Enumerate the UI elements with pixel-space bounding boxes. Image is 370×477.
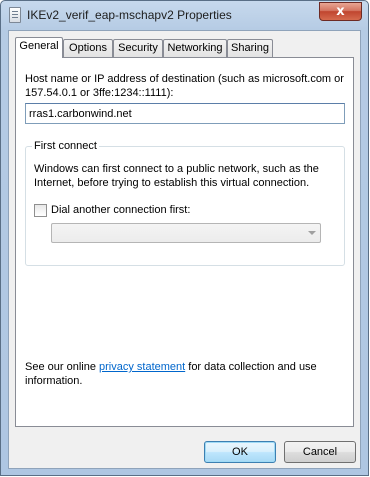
first-connect-group: First connect Windows can first connect … <box>25 140 345 266</box>
title-bar[interactable]: IKEv2_verif_eap-mschapv2 Properties x <box>1 1 368 29</box>
dial-another-checkbox[interactable] <box>34 204 47 217</box>
host-label: Host name or IP address of destination (… <box>25 73 344 99</box>
tab-networking[interactable]: Networking <box>163 39 227 57</box>
close-icon: x <box>336 4 345 19</box>
close-button[interactable]: x <box>319 2 362 21</box>
first-connect-legend: First connect <box>32 140 99 152</box>
vpn-connection-icon <box>9 7 21 23</box>
tab-security[interactable]: Security <box>113 39 163 57</box>
dial-connection-select <box>51 223 321 243</box>
first-connect-description: Windows can first connect to a public ne… <box>34 163 319 189</box>
privacy-text: See our online privacy statement for dat… <box>25 360 347 388</box>
window-title: IKEv2_verif_eap-mschapv2 Properties <box>27 8 232 22</box>
chevron-down-icon <box>308 231 316 235</box>
tab-sharing[interactable]: Sharing <box>227 39 273 57</box>
ok-button[interactable]: OK <box>204 441 276 463</box>
tab-general[interactable]: General <box>15 37 63 58</box>
tab-options[interactable]: Options <box>63 39 113 57</box>
privacy-statement-link[interactable]: privacy statement <box>99 361 185 373</box>
dialog-client: General Options Security Networking Shar… <box>8 30 361 469</box>
cancel-button[interactable]: Cancel <box>284 441 356 463</box>
privacy-text-before: See our online <box>25 361 99 373</box>
dial-another-label[interactable]: Dial another connection first: <box>51 204 190 216</box>
general-tab-panel: Host name or IP address of destination (… <box>15 57 354 427</box>
host-input[interactable] <box>25 103 345 124</box>
properties-dialog: IKEv2_verif_eap-mschapv2 Properties x Ge… <box>0 0 369 476</box>
